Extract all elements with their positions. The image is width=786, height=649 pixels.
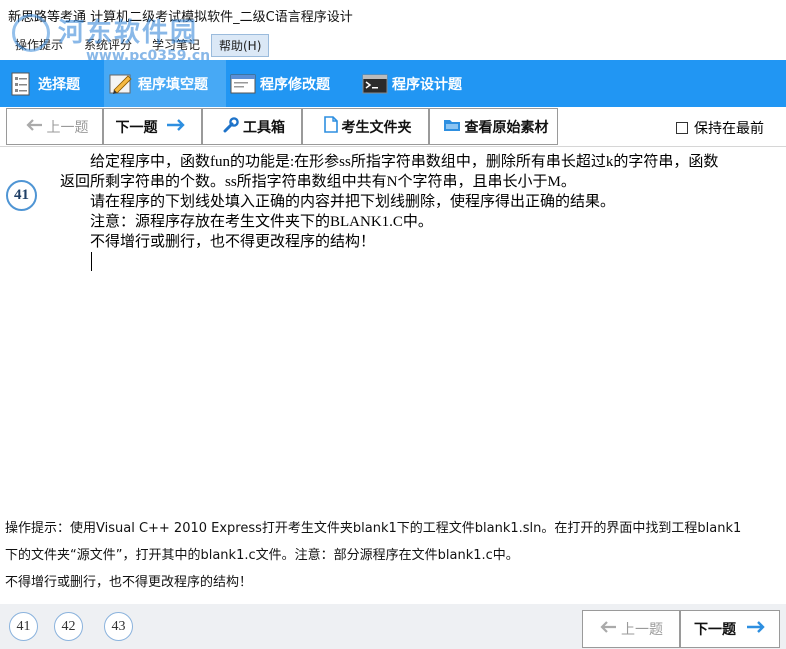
menu-study-notes[interactable]: 学习笔记	[152, 36, 200, 53]
text-caret	[91, 252, 92, 271]
toolbox-button[interactable]: 工具箱	[202, 108, 302, 145]
prev-question-label: 上一题	[46, 119, 89, 136]
folder-icon	[443, 117, 461, 136]
arrow-right-icon	[746, 620, 766, 638]
document-list-icon	[11, 72, 30, 95]
prev-question-button[interactable]: 上一题	[6, 108, 103, 145]
exam-folder-label: 考生文件夹	[341, 119, 412, 136]
tab-fill-blank-label: 程序填空题	[138, 76, 208, 93]
file-icon	[323, 116, 338, 137]
hint-line-2: 下的文件夹“源文件”，打开其中的blank1.c文件。注意：部分源程序在文件bl…	[5, 548, 519, 563]
question-line: 请在程序的下划线处填入正确的内容并把下划线删除，使程序得出正确的结果。	[90, 194, 616, 210]
keep-on-top-label: 保持在最前	[694, 121, 764, 137]
arrow-left-icon	[25, 118, 43, 136]
question-nav-42[interactable]: 42	[54, 612, 83, 641]
tab-fill-blank[interactable]: 程序填空题	[104, 60, 226, 107]
view-material-label: 查看原始素材	[464, 119, 549, 136]
tab-modify-label: 程序修改题	[260, 76, 330, 93]
menu-operation-hints[interactable]: 操作提示	[15, 36, 63, 53]
arrow-right-icon	[166, 118, 186, 136]
bottom-prev-label: 上一题	[621, 622, 663, 638]
pencil-edit-icon	[109, 74, 132, 94]
keep-on-top-checkbox[interactable]: 保持在最前	[676, 118, 764, 138]
bottom-next-button[interactable]: 下一题	[680, 610, 780, 648]
next-question-label: 下一题	[115, 119, 158, 136]
view-material-button[interactable]: 查看原始素材	[429, 108, 558, 145]
question-line: 不得增行或删行，也不得更改程序的结构！	[90, 234, 376, 250]
terminal-icon	[362, 74, 388, 93]
hint-line-1: 操作提示：使用Visual C++ 2010 Express打开考生文件夹bla…	[5, 521, 742, 536]
question-type-bar: 选择题 程序填空题 程序修改题 程序设计题	[0, 60, 786, 107]
exam-folder-button[interactable]: 考生文件夹	[302, 108, 429, 145]
tab-modify[interactable]: 程序修改题	[230, 60, 356, 107]
question-text[interactable]: 给定程序中，函数fun的功能是:在形参ss所指字符串数组中，删除所有串长超过k的…	[60, 152, 765, 252]
tab-design-label: 程序设计题	[392, 76, 462, 93]
menu-system-score[interactable]: 系统评分	[84, 36, 132, 53]
question-nav-41[interactable]: 41	[9, 612, 38, 641]
tab-design[interactable]: 程序设计题	[362, 60, 488, 107]
question-content: 41 给定程序中，函数fun的功能是:在形参ss所指字符串数组中，删除所有串长超…	[0, 148, 786, 510]
window-title: 新思路等考通 计算机二级考试模拟软件_二级C语言程序设计	[8, 10, 353, 25]
wrench-icon	[223, 116, 239, 137]
bottom-next-label: 下一题	[694, 622, 736, 638]
checkbox-box[interactable]	[676, 122, 688, 134]
bottom-prev-button[interactable]: 上一题	[582, 610, 680, 648]
question-line: 返回所剩字符串的个数。ss所指字符串数组中共有N个字符串，且串长小于M。	[60, 174, 576, 190]
hint-line-3: 不得增行或删行，也不得更改程序的结构！	[5, 575, 253, 590]
question-nav-43[interactable]: 43	[104, 612, 133, 641]
bottom-navigation: 41 42 43 上一题 下一题	[0, 604, 786, 649]
toolbar: 上一题 下一题 工具箱 考生文件夹 查看原始素材 保持在最前	[0, 107, 786, 147]
question-line: 给定程序中，函数fun的功能是:在形参ss所指字符串数组中，删除所有串长超过k的…	[90, 154, 719, 170]
toolbox-label: 工具箱	[243, 119, 285, 136]
window-edit-icon	[230, 74, 256, 93]
question-line: 注意：源程序存放在考生文件夹下的BLANK1.C中。	[90, 214, 433, 230]
arrow-left-icon	[599, 620, 617, 638]
menu-bar: 操作提示 系统评分 学习笔记 帮助(H)	[0, 30, 786, 60]
tab-choice[interactable]: 选择题	[8, 60, 104, 107]
tab-choice-label: 选择题	[38, 76, 80, 93]
menu-help[interactable]: 帮助(H)	[211, 34, 270, 57]
next-question-button[interactable]: 下一题	[103, 108, 202, 145]
title-bar: 新思路等考通 计算机二级考试模拟软件_二级C语言程序设计	[0, 0, 786, 30]
question-number-badge: 41	[6, 180, 37, 211]
